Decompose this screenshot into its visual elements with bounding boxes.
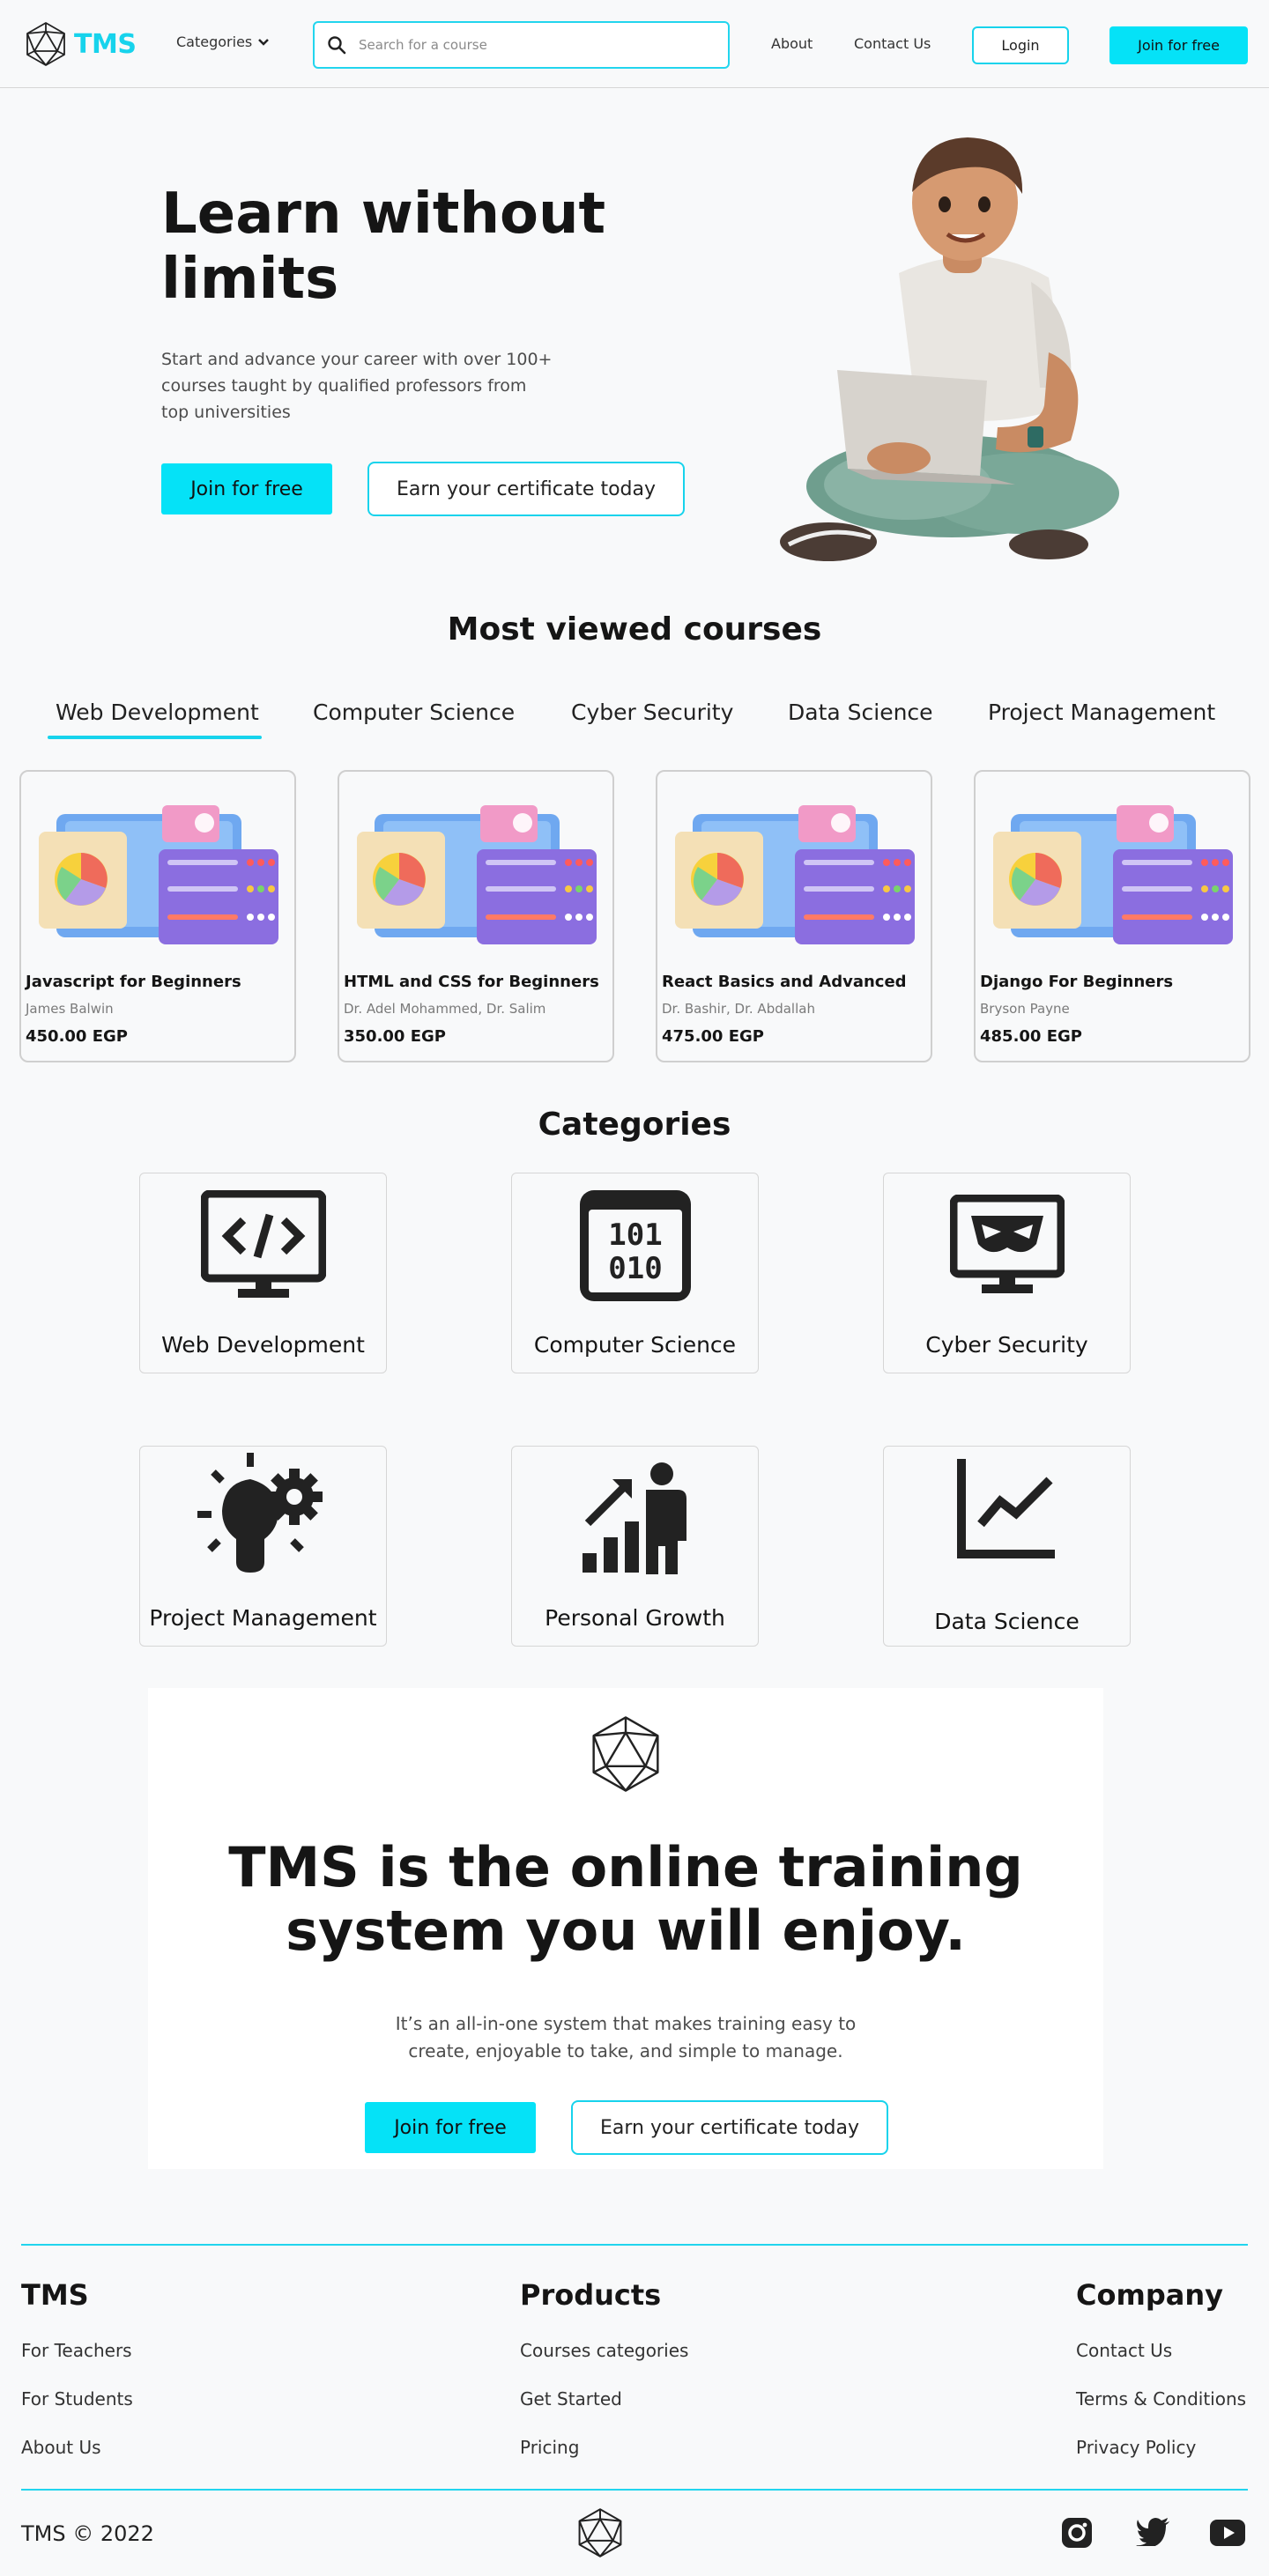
tab-cyber-security[interactable]: Cyber Security <box>571 700 733 725</box>
hero-title-line2: limits <box>161 247 339 312</box>
footer-link-courses-categories[interactable]: Courses categories <box>520 2340 688 2361</box>
course-title: Django For Beginners <box>980 973 1174 991</box>
category-data-science[interactable]: Data Science <box>883 1446 1131 1647</box>
course-thumbnail <box>39 805 278 944</box>
site-header: TMS Categories About Contact Us Login Jo… <box>0 0 1269 88</box>
chevron-down-icon <box>258 38 270 46</box>
tab-web-development[interactable]: Web Development <box>56 700 259 725</box>
category-project-management[interactable]: Project Management <box>139 1446 387 1647</box>
brand-name: TMS <box>74 28 137 60</box>
categories-dropdown[interactable]: Categories <box>176 33 270 50</box>
binary-bottom-digits: 010 <box>608 1251 662 1286</box>
course-author: Bryson Payne <box>980 1001 1070 1017</box>
tab-project-management[interactable]: Project Management <box>988 700 1215 725</box>
category-label: Personal Growth <box>545 1605 725 1631</box>
tab-computer-science[interactable]: Computer Science <box>313 700 515 725</box>
course-author: Dr. Adel Mohammed, Dr. Salim <box>344 1001 546 1017</box>
hero-title: Learn without limits <box>161 181 655 312</box>
course-price: 475.00 EGP <box>662 1027 764 1046</box>
promo-subtitle: It’s an all-in-one system that makes tra… <box>148 2010 1103 2065</box>
promo-certificate-button[interactable]: Earn your certificate today <box>571 2100 888 2155</box>
categories-title: Categories <box>538 1107 731 1143</box>
active-tab-indicator <box>48 736 262 739</box>
category-computer-science[interactable]: 101 010 Computer Science <box>511 1173 759 1373</box>
polyhedron-logo-icon <box>592 1716 659 1792</box>
footer-link-about-us[interactable]: About Us <box>21 2437 101 2458</box>
polyhedron-logo-icon[interactable] <box>575 2507 626 2558</box>
copyright-text: TMS © 2022 <box>21 2521 154 2546</box>
hero-certificate-button[interactable]: Earn your certificate today <box>367 462 685 516</box>
footer-divider-top <box>21 2244 1248 2246</box>
search-bar <box>313 21 730 69</box>
youtube-icon[interactable] <box>1210 2520 1245 2546</box>
category-cyber-security[interactable]: Cyber Security <box>883 1173 1131 1373</box>
course-title: Javascript for Beginners <box>26 973 241 991</box>
promo-section: TMS is the online training system you wi… <box>148 1688 1103 2169</box>
course-card[interactable]: Django For Beginners Bryson Payne 485.00… <box>974 770 1250 1062</box>
login-button[interactable]: Login <box>972 26 1069 64</box>
line-chart-icon <box>956 1459 1055 1558</box>
nav-contact-us[interactable]: Contact Us <box>854 35 931 52</box>
footer-link-get-started[interactable]: Get Started <box>520 2388 622 2409</box>
course-price: 350.00 EGP <box>344 1027 446 1046</box>
nav-about[interactable]: About <box>771 35 813 52</box>
course-thumbnail <box>357 805 597 944</box>
course-card[interactable]: Javascript for Beginners James Balwin 45… <box>19 770 296 1062</box>
footer-col-products-title: Products <box>520 2278 662 2312</box>
hero-join-button[interactable]: Join for free <box>161 463 332 514</box>
growth-person-icon <box>582 1462 686 1574</box>
promo-subtitle-line2: create, enjoyable to take, and simple to… <box>408 2040 843 2062</box>
course-author: James Balwin <box>26 1001 114 1017</box>
promo-join-button[interactable]: Join for free <box>365 2102 536 2153</box>
promo-title: TMS is the online training system you wi… <box>148 1836 1103 1963</box>
footer-link-pricing[interactable]: Pricing <box>520 2437 579 2458</box>
course-price: 450.00 EGP <box>26 1027 128 1046</box>
promo-title-line1: TMS is the online training <box>228 1835 1023 1899</box>
category-web-development[interactable]: Web Development <box>139 1173 387 1373</box>
course-author: Dr. Bashir, Dr. Abdallah <box>662 1001 815 1017</box>
category-label: Project Management <box>149 1605 377 1631</box>
course-title: HTML and CSS for Beginners <box>344 973 599 991</box>
binary-chip-icon: 101 010 <box>579 1190 691 1301</box>
footer-col-tms-title: TMS <box>21 2278 89 2312</box>
code-monitor-icon <box>200 1190 326 1298</box>
footer-col-company-title: Company <box>1076 2278 1223 2312</box>
hero-subtitle: Start and advance your career with over … <box>161 350 553 422</box>
categories-label: Categories <box>176 33 253 50</box>
most-viewed-title: Most viewed courses <box>447 611 822 648</box>
footer-link-contact-us[interactable]: Contact Us <box>1076 2340 1172 2361</box>
search-input[interactable] <box>359 37 711 53</box>
header-join-button[interactable]: Join for free <box>1109 26 1248 64</box>
hero-title-line1: Learn without <box>161 181 606 247</box>
twitter-icon[interactable] <box>1136 2518 1169 2546</box>
category-label: Web Development <box>161 1332 365 1358</box>
footer-link-for-teachers[interactable]: For Teachers <box>21 2340 132 2361</box>
category-label: Computer Science <box>533 1332 737 1358</box>
promo-subtitle-line1: It’s an all-in-one system that makes tra… <box>395 2013 857 2034</box>
polyhedron-logo-icon <box>26 22 65 66</box>
footer-link-terms-conditions[interactable]: Terms & Conditions <box>1076 2388 1246 2409</box>
search-icon[interactable] <box>327 35 346 55</box>
instagram-icon[interactable] <box>1062 2518 1092 2548</box>
category-label: Data Science <box>934 1609 1080 1634</box>
footer-link-privacy-policy[interactable]: Privacy Policy <box>1076 2437 1196 2458</box>
student-with-laptop-illustration <box>780 137 1119 561</box>
course-thumbnail <box>675 805 915 944</box>
category-label: Cyber Security <box>925 1332 1088 1358</box>
brand-logo[interactable]: TMS <box>23 21 137 67</box>
course-thumbnail <box>993 805 1233 944</box>
course-card[interactable]: React Basics and Advanced Dr. Bashir, Dr… <box>656 770 932 1062</box>
tab-data-science[interactable]: Data Science <box>788 700 933 725</box>
course-price: 485.00 EGP <box>980 1027 1082 1046</box>
hacker-monitor-icon <box>949 1195 1065 1293</box>
footer-divider-bottom <box>21 2489 1248 2491</box>
course-card[interactable]: HTML and CSS for Beginners Dr. Adel Moha… <box>338 770 614 1062</box>
lightbulb-gear-icon <box>197 1453 323 1573</box>
category-personal-growth[interactable]: Personal Growth <box>511 1446 759 1647</box>
course-title: React Basics and Advanced <box>662 973 907 991</box>
promo-title-line2: system you will enjoy. <box>286 1899 966 1963</box>
footer-link-for-students[interactable]: For Students <box>21 2388 133 2409</box>
binary-top-digits: 101 <box>608 1218 662 1253</box>
